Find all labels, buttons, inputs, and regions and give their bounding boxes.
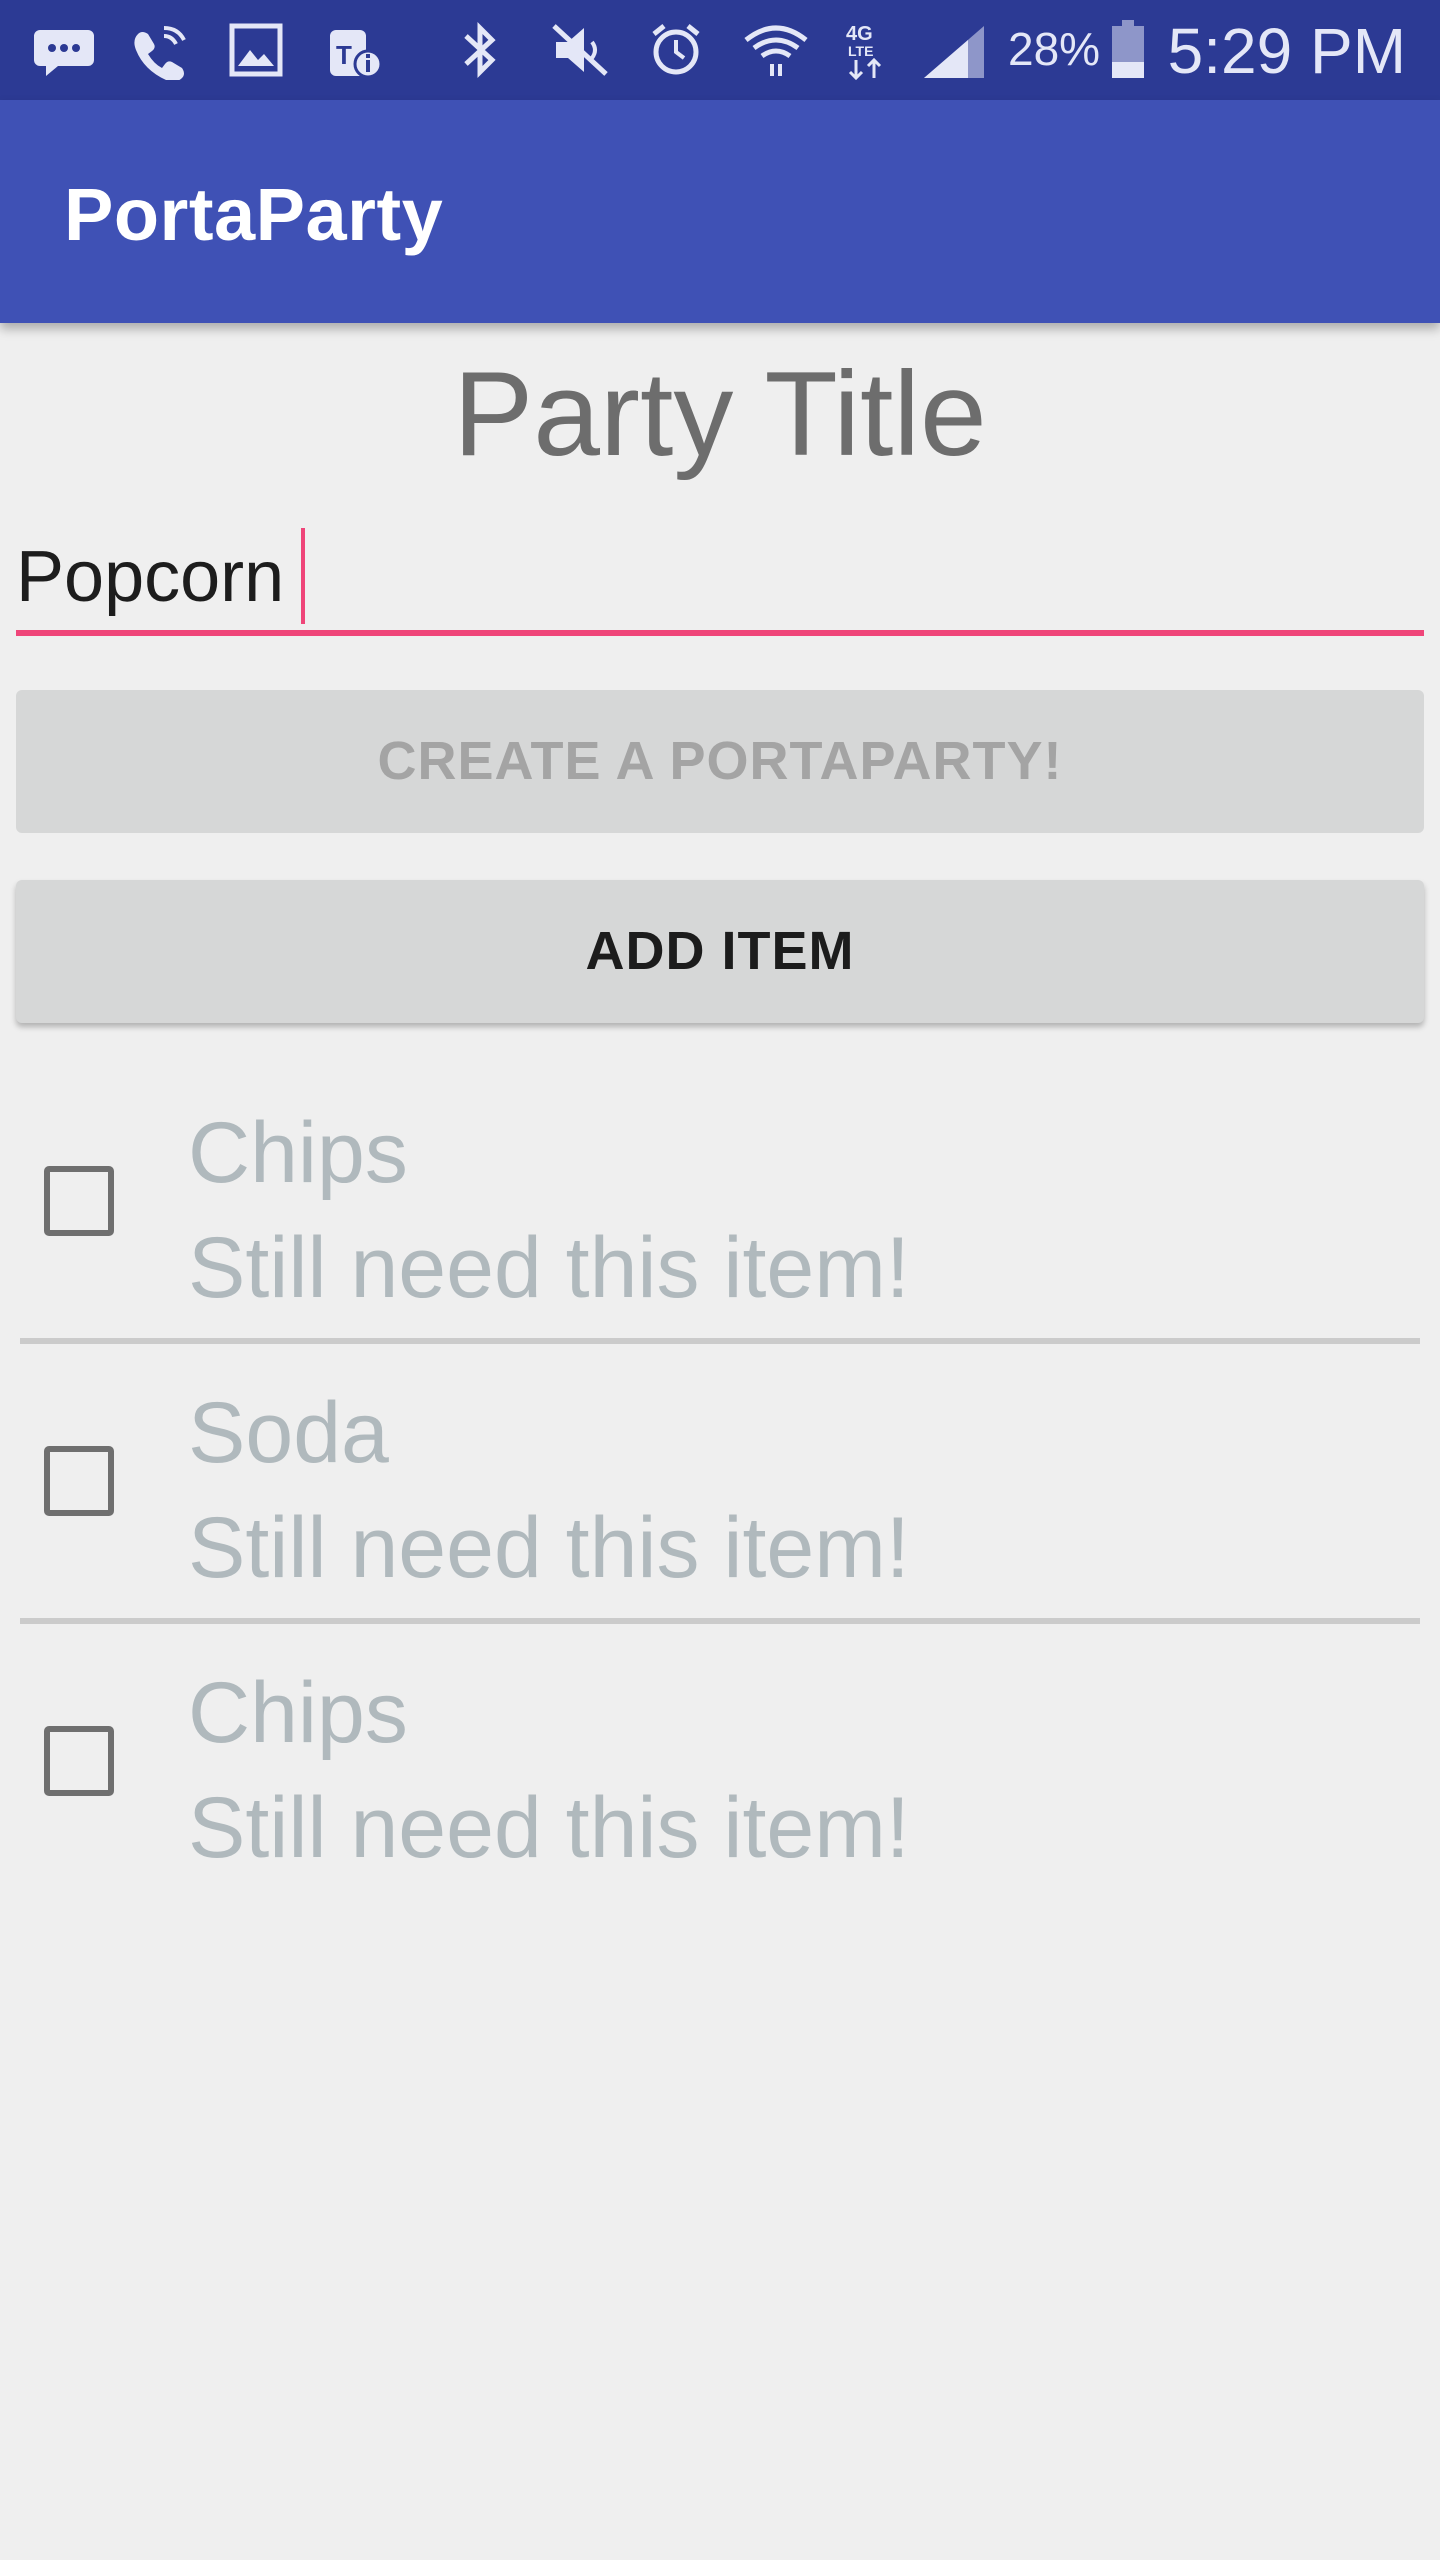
wifi-icon [742,20,810,80]
status-bar: T 4G LTE 28% 5:29 PM [0,0,1440,100]
add-item-button[interactable]: ADD ITEM [16,880,1424,1023]
item-name: Chips [188,1665,408,1761]
battery-percent: 28% [1008,23,1101,75]
item-name: Soda [188,1385,389,1481]
svg-text:4G: 4G [846,23,873,45]
item-name: Chips [188,1105,408,1201]
tmobile-info-icon: T [322,20,386,80]
svg-text:LTE: LTE [848,43,873,59]
alarm-icon [646,20,706,80]
item-status: Still need this item! [188,1500,910,1596]
item-status: Still need this item! [188,1780,910,1876]
create-portaparty-button[interactable]: CREATE A PORTAPARTY! [16,690,1424,833]
item-checkbox[interactable] [44,1166,114,1236]
list-item[interactable]: Chips Still need this item! [0,1624,1440,1904]
item-status: Still need this item! [188,1220,910,1316]
signal-icon [918,20,988,80]
party-title: Party Title [453,347,987,481]
messages-icon [32,20,96,80]
status-time: 5:29 PM [1167,15,1406,87]
svg-text:T: T [336,40,352,70]
mute-icon [548,20,612,80]
bluetooth-icon [456,20,504,80]
input-underline [16,630,1424,636]
list-item[interactable]: Soda Still need this item! [0,1344,1440,1624]
lte-icon: 4G LTE [842,20,892,80]
item-input-value[interactable]: Popcorn [16,536,284,618]
item-input[interactable]: Popcorn [16,516,1424,636]
item-checkbox[interactable] [44,1726,114,1796]
battery-icon [1108,20,1148,80]
app-bar: PortaParty [0,100,1440,323]
text-cursor [301,528,305,624]
item-checkbox[interactable] [44,1446,114,1516]
list-item[interactable]: Chips Still need this item! [0,1064,1440,1344]
app-title: PortaParty [64,173,444,256]
wifi-calling-icon [128,20,192,80]
item-list: Chips Still need this item! Soda Still n… [0,1064,1440,1904]
gallery-icon [226,20,286,80]
